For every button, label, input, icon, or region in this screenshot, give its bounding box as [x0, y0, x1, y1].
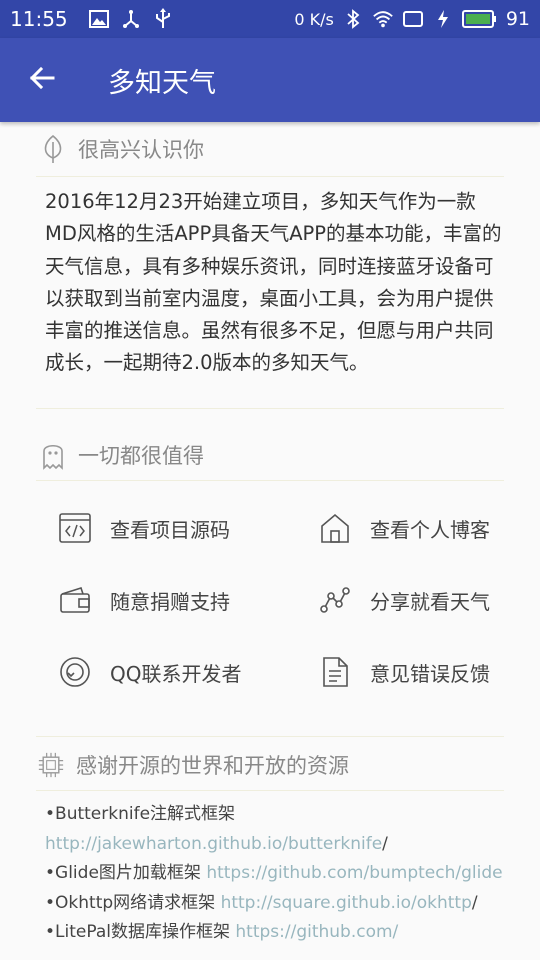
- code-window-icon: [58, 511, 92, 545]
- library-name: •Glide图片加载框架: [45, 863, 207, 883]
- library-link[interactable]: http://square.github.io/okhttp: [221, 893, 472, 913]
- link-suffix: /: [382, 833, 388, 854]
- usb-trident-icon: [152, 8, 174, 30]
- view-source-button[interactable]: 查看项目源码: [58, 506, 230, 550]
- section-title: 很高兴认识你: [78, 138, 204, 162]
- feedback-button[interactable]: 意见错误反馈: [318, 650, 490, 694]
- share-graph-icon: [318, 583, 352, 617]
- charging-icon: [432, 8, 454, 30]
- back-button[interactable]: [12, 50, 72, 110]
- wallet-icon: [58, 583, 92, 617]
- grid-item-label: 随意捐赠支持: [110, 589, 230, 614]
- list-item: •LitePal数据库操作框架 https://github.com/: [45, 918, 505, 948]
- library-link[interactable]: https://github.com/bumptech/glide: [206, 863, 502, 883]
- bluetooth-icon: [342, 8, 364, 30]
- list-item: •Okhttp网络请求框架 http://square.github.io/ok…: [45, 889, 505, 919]
- divider: [36, 176, 504, 177]
- page-title: 多知天气: [108, 67, 216, 99]
- library-link[interactable]: http://jakewharton.github.io/butterknife: [45, 834, 382, 854]
- status-time: 11:55: [10, 7, 68, 31]
- library-name: •Butterknife注解式框架: [45, 804, 236, 824]
- list-item: •Glide图片加载框架 https://github.com/bumptech…: [45, 859, 505, 889]
- library-link[interactable]: https://github.com/: [235, 922, 398, 942]
- library-name: •LitePal数据库操作框架: [45, 922, 236, 942]
- image-icon: [88, 8, 110, 30]
- grid-item-label: 分享就看天气: [370, 589, 490, 614]
- grid-item-label: 查看项目源码: [110, 517, 230, 542]
- qq-icon: [58, 655, 92, 689]
- divider: [36, 736, 504, 737]
- leaf-icon: [40, 134, 66, 164]
- net-speed: 0 K/s: [294, 9, 334, 29]
- home-icon: [318, 511, 352, 545]
- divider: [36, 408, 504, 409]
- usb-icon: [120, 8, 142, 30]
- divider: [36, 480, 504, 481]
- wifi-icon: [372, 8, 394, 30]
- list-item: •Butterknife注解式框架 http://jakewharton.git…: [45, 800, 505, 859]
- battery-level: 91: [505, 8, 530, 30]
- divider: [36, 790, 504, 791]
- about-content[interactable]: 很高兴认识你 2016年12月23开始建立项目，多知天气作为一款MD风格的生活A…: [0, 122, 540, 960]
- library-name: •Okhttp网络请求框架: [45, 892, 221, 913]
- share-button[interactable]: 分享就看天气: [318, 578, 490, 622]
- status-bar: 11:55 0 K/s 91: [0, 0, 540, 38]
- app-bar: 多知天气: [0, 38, 540, 122]
- cast-icon: [402, 8, 424, 30]
- grid-item-label: 意见错误反馈: [370, 661, 490, 686]
- ghost-icon: [40, 440, 66, 470]
- grid-item-label: 查看个人博客: [370, 517, 490, 542]
- section-header-greeting: 很高兴认识你: [40, 134, 204, 164]
- contact-qq-button[interactable]: QQ联系开发者: [58, 650, 241, 694]
- grid-item-label: QQ联系开发者: [110, 661, 242, 686]
- section-title: 一切都很值得: [78, 444, 204, 468]
- battery-icon: [461, 8, 498, 30]
- chip-icon: [38, 750, 64, 780]
- section-header-thanks: 感谢开源的世界和开放的资源: [38, 750, 349, 780]
- section-header-worth: 一切都很值得: [40, 440, 204, 470]
- library-list: •Butterknife注解式框架 http://jakewharton.git…: [45, 800, 505, 948]
- status-bar-right: 0 K/s 91: [294, 8, 530, 30]
- view-blog-button[interactable]: 查看个人博客: [318, 506, 490, 550]
- section-title: 感谢开源的世界和开放的资源: [76, 754, 349, 778]
- arrow-left-icon: [29, 66, 55, 94]
- link-suffix: /: [471, 892, 478, 913]
- status-bar-left: 11:55: [10, 7, 174, 31]
- document-icon: [318, 655, 352, 689]
- donate-button[interactable]: 随意捐赠支持: [58, 578, 230, 622]
- intro-text: 2016年12月23开始建立项目，多知天气作为一款MD风格的生活APP具备天气A…: [45, 190, 502, 375]
